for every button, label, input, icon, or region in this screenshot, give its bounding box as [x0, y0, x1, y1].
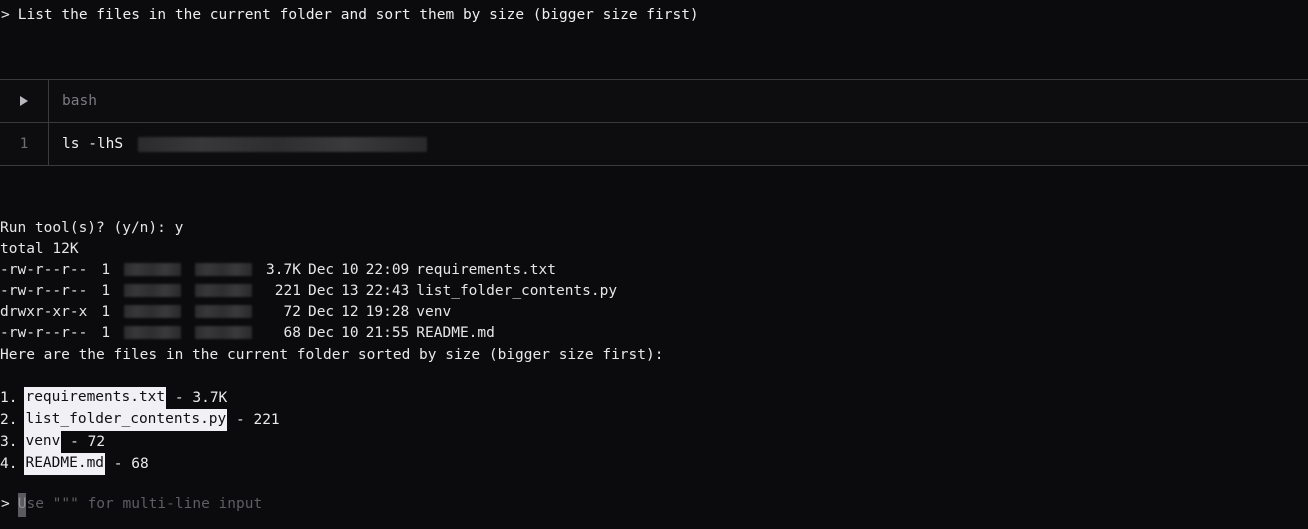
prompt-chevron-icon: > [1, 7, 10, 23]
file-link-count: 1 [101, 262, 111, 278]
file-day: 10 [341, 262, 359, 278]
file-time: 21:55 [365, 325, 410, 341]
file-time: 19:28 [365, 304, 410, 320]
list-index: 3. [0, 433, 18, 450]
code-block-language: bash [49, 91, 1308, 112]
answer-intro: Here are the files in the current folder… [0, 347, 664, 363]
file-size-value: 72 [87, 433, 106, 450]
play-triangle-icon [20, 96, 28, 106]
file-size: 72 [266, 304, 301, 320]
file-name: requirements.txt [416, 262, 556, 278]
redacted-owner [124, 284, 182, 297]
input-chevron-icon: > [1, 496, 10, 512]
input-placeholder: se """ for multi-line input [26, 496, 263, 512]
file-permissions: drwxr-xr-x [0, 304, 88, 320]
file-day: 10 [341, 325, 359, 341]
answer-spacer [0, 366, 1308, 387]
terminal-output: Run tool(s)? (y/n): y total 12K -rw-r--r… [0, 218, 1308, 344]
code-line-content[interactable]: ls -lhS [49, 134, 1308, 155]
file-link-count: 1 [101, 304, 111, 320]
file-name-code: README.md [24, 453, 106, 475]
redacted-owner [124, 305, 182, 318]
list-index: 4. [0, 455, 18, 472]
redacted-group [195, 305, 253, 318]
list-index: 1. [0, 389, 18, 406]
list-separator: - [105, 455, 132, 472]
tool-code-block: bash 1 ls -lhS [0, 79, 1308, 166]
list-separator: - [61, 433, 88, 450]
file-name: list_folder_contents.py [416, 283, 618, 299]
file-name: venv [416, 304, 452, 320]
table-row: -rw-r--r-- 1 68 Dec 10 21:55 README.md [0, 323, 1308, 344]
file-time: 22:43 [365, 283, 410, 299]
terminal-screen: > List the files in the current folder an… [0, 0, 1308, 529]
table-row: drwxr-xr-x 1 72 Dec 12 19:28 venv [0, 302, 1308, 323]
redacted-group [195, 263, 253, 276]
list-item: 3. venv - 72 [0, 431, 1308, 453]
file-size: 3.7K [266, 262, 301, 278]
file-day: 12 [341, 304, 359, 320]
run-confirmation-line: Run tool(s)? (y/n): y [0, 220, 184, 236]
file-name-code: list_folder_contents.py [24, 409, 228, 431]
redacted-group [195, 284, 253, 297]
line-number: 1 [19, 135, 29, 152]
file-month: Dec [307, 325, 335, 341]
file-name: README.md [416, 325, 495, 341]
file-month: Dec [307, 283, 335, 299]
text-cursor: U [17, 492, 27, 517]
file-size-value: 3.7K [192, 389, 228, 406]
table-row: -rw-r--r-- 1 3.7K Dec 10 22:09 requirements.tx… [0, 260, 1308, 281]
file-link-count: 1 [101, 325, 111, 341]
redacted-owner [124, 263, 182, 276]
list-item: 1. requirements.txt - 3.7K [0, 387, 1308, 409]
file-month: Dec [307, 304, 335, 320]
file-permissions: -rw-r--r-- [0, 325, 88, 341]
total-size-line: total 12K [0, 241, 79, 257]
file-size-value: 221 [253, 411, 280, 428]
file-size: 221 [266, 283, 301, 299]
redacted-path [138, 136, 428, 152]
table-row: -rw-r--r-- 1 221 Dec 13 22:43 list_folder_con… [0, 281, 1308, 302]
command-text: ls -lhS [62, 135, 124, 152]
input-prompt-line[interactable]: > Use """ for multi-line input [0, 492, 263, 517]
file-month: Dec [307, 262, 335, 278]
list-item: 4. README.md - 68 [0, 453, 1308, 475]
file-permissions: -rw-r--r-- [0, 283, 88, 299]
line-number-gutter: 1 [0, 123, 49, 165]
file-size-value: 68 [131, 455, 149, 472]
file-permissions: -rw-r--r-- [0, 262, 88, 278]
language-label: bash [62, 92, 97, 109]
user-prompt-line: > List the files in the current folder an… [0, 5, 699, 26]
list-item: 2. list_folder_contents.py - 221 [0, 409, 1308, 431]
user-prompt-text: List the files in the current folder and… [17, 7, 699, 23]
redacted-group [195, 326, 253, 339]
file-size: 68 [266, 325, 301, 341]
assistant-answer: Here are the files in the current folder… [0, 345, 1308, 475]
file-name-code: venv [24, 431, 62, 453]
run-tool-button[interactable] [0, 80, 49, 122]
code-block-header: bash [0, 80, 1308, 123]
redacted-owner [124, 326, 182, 339]
list-index: 2. [0, 411, 18, 428]
list-separator: - [227, 411, 254, 428]
file-time: 22:09 [365, 262, 410, 278]
file-day: 13 [341, 283, 359, 299]
file-link-count: 1 [101, 283, 111, 299]
code-block-line: 1 ls -lhS [0, 123, 1308, 165]
list-separator: - [166, 389, 193, 406]
file-name-code: requirements.txt [24, 387, 167, 409]
